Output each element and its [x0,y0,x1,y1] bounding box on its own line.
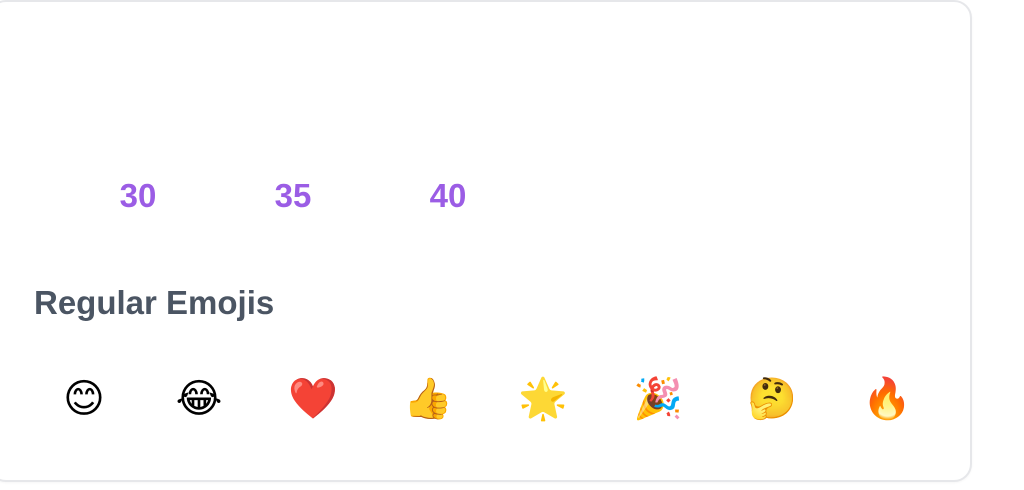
glowing-star-icon[interactable]: 🌟 [513,374,573,424]
tears-of-joy-icon[interactable]: 😂 [169,374,229,424]
number-row: 30 35 40 [0,178,970,218]
smiling-face-icon[interactable]: 😊 [54,374,114,424]
party-popper-icon[interactable]: 🎉 [628,374,688,424]
fire-icon[interactable]: 🔥 [857,374,917,424]
section-title: Regular Emojis [34,284,275,321]
red-heart-icon[interactable]: ❤️ [283,374,343,424]
emoji-row: 😊 😂 ❤️ 👍 🌟 🎉 🤔 🔥 [0,374,970,424]
number-40[interactable]: 40 [408,178,488,214]
number-35[interactable]: 35 [253,178,333,214]
number-30[interactable]: 30 [98,178,178,214]
emoji-card: 30 35 40 Regular Emojis 😊 😂 ❤️ 👍 🌟 🎉 🤔 🔥 [0,0,972,482]
thumbs-up-icon[interactable]: 👍 [398,374,458,424]
thinking-face-icon[interactable]: 🤔 [742,374,802,424]
